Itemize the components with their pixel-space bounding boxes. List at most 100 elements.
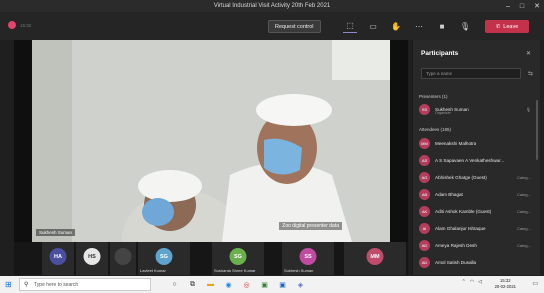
participant-tile[interactable]: SG Lavleet Kumar <box>138 242 190 275</box>
participant-name: Alam Ghalanjur Ishtaque <box>435 225 486 231</box>
request-control-button[interactable]: Request control <box>268 20 321 33</box>
participant-search-input[interactable]: Type a name <box>421 68 521 79</box>
shared-video[interactable]: Sukhesh Suman Zoo digital presenter data <box>32 40 390 242</box>
camera-icon[interactable]: ■ <box>435 19 449 33</box>
avatar <box>114 248 132 265</box>
mic-icon: 🎙 <box>525 106 531 112</box>
toolbar-icons: ⬚ ▭ ✋ ⋯ ■ 🎙 ⬆ <box>343 19 495 33</box>
participant-row[interactable]: AB Adam Bhagat Categ... <box>419 187 535 201</box>
participants-panel: Participants ✕ Type a name ⇆ Presenters … <box>412 40 540 275</box>
meeting-toolbar: 15:32 Request control ⬚ ▭ ✋ ⋯ ■ 🎙 ⬆ ✆ Le… <box>0 12 544 40</box>
system-tray: ⌃ ◠ ◁ <box>462 279 482 285</box>
participant-tag: Categ... <box>516 191 531 197</box>
teams-window: Virtual Industrial Visit Activity 20th F… <box>0 0 544 293</box>
taskbar-apps: ○ ⧉ ▬ ◉ ◎ ▣ ▣ ◈ <box>168 278 307 291</box>
participant-row[interactable]: MM Meenakshi Malhotra <box>419 136 535 150</box>
presenters-header[interactable]: Presenters (1) <box>419 94 448 99</box>
participant-row[interactable]: AD Ameya Rajesh Desh Categ... <box>419 238 535 252</box>
window-title: Virtual Industrial Visit Activity 20th F… <box>213 3 331 9</box>
attendees-header[interactable]: Attendees (185) <box>419 127 451 132</box>
participant-name: A S Sapavaen A Venkatheshwar... <box>435 157 505 163</box>
participant-tile[interactable]: HA <box>42 242 74 275</box>
raise-hand-icon[interactable]: ✋ <box>389 19 403 33</box>
close-icon[interactable]: ✕ <box>526 50 531 57</box>
avatar: SS <box>299 248 317 265</box>
wifi-icon[interactable]: ◠ <box>470 279 474 285</box>
windows-start-icon[interactable]: ⊞ <box>5 280 12 289</box>
video-frame <box>32 40 390 242</box>
clock-date: 20-02-2021 <box>494 284 516 289</box>
search-icon: ⚲ <box>24 282 29 288</box>
participant-tile[interactable]: SG Sushanta Shree Kumar <box>212 242 264 275</box>
participant-name: Ameya Rajesh Desh <box>435 242 477 248</box>
avatar: SS <box>419 103 430 115</box>
participant-row[interactable]: AG Abhishek Ghatge (Guest) Categ... <box>419 170 535 184</box>
participant-name: Meenakshi Malhotra <box>435 140 477 146</box>
participant-name: Aditi Ashok Kamble (Guest) <box>435 208 492 214</box>
share-screen-icon[interactable]: ⬚ <box>343 19 357 33</box>
participant-tile[interactable] <box>110 242 136 275</box>
avatar: HA <box>49 248 67 265</box>
more-icon[interactable]: ⋯ <box>412 19 426 33</box>
window-controls: – □ ✕ <box>506 0 540 12</box>
avatar: SG <box>155 248 173 265</box>
participant-tag: Categ... <box>516 174 531 180</box>
participant-tile[interactable]: HS <box>76 242 108 275</box>
taskbar-search-placeholder: Type here to search <box>34 281 79 288</box>
maximize-button[interactable]: □ <box>520 3 524 10</box>
meeting-time: 15:32 <box>20 22 32 28</box>
panel-title: Participants <box>421 50 459 57</box>
taskbar-search-input[interactable]: ⚲ Type here to search <box>19 278 151 291</box>
panel-scrollbar[interactable] <box>536 100 538 160</box>
participant-tag: Categ... <box>516 208 531 214</box>
file-explorer-icon[interactable]: ▬ <box>204 278 217 291</box>
video-stage: Sukhesh Suman Zoo digital presenter data <box>14 40 408 242</box>
chat-icon[interactable]: ▭ <box>366 19 380 33</box>
participant-tile[interactable]: SS Sukhesh Suman <box>282 242 334 275</box>
network-icon[interactable]: ⌃ <box>462 279 466 285</box>
participant-name: Amol Satish Dusalla <box>435 259 477 265</box>
chrome-icon[interactable]: ◎ <box>240 278 253 291</box>
windows-taskbar: ⊞ ⚲ Type here to search ○ ⧉ ▬ ◉ ◎ ▣ ▣ ◈ … <box>0 276 544 293</box>
participant-tiles: HA HS SG Lavleet Kumar SG Sushanta Shree… <box>14 242 408 275</box>
leave-label: Leave <box>503 23 519 30</box>
avatar: AG <box>419 171 430 183</box>
tile-name: Lavleet Kumar <box>140 268 166 273</box>
avatar: MM <box>366 248 384 265</box>
task-view-icon[interactable]: ⧉ <box>186 278 199 291</box>
avatar: AD <box>419 256 430 268</box>
title-bar: Virtual Industrial Visit Activity 20th F… <box>0 0 544 12</box>
minimize-button[interactable]: – <box>506 3 510 10</box>
avatar: AB <box>419 188 430 200</box>
participant-row[interactable]: SS Sukhesh Suman Organizer 🎙 <box>419 102 535 116</box>
participant-name: Adam Bhagat <box>435 191 463 197</box>
tile-name: Sukhesh Suman <box>284 268 314 273</box>
share-invite-icon[interactable]: ⇆ <box>528 70 533 77</box>
excel-icon[interactable]: ▣ <box>258 278 271 291</box>
cortana-icon[interactable]: ○ <box>168 278 181 291</box>
avatar: AK <box>419 205 430 217</box>
mic-icon[interactable]: 🎙 <box>458 19 472 33</box>
notification-icon[interactable]: ▭ <box>532 280 538 287</box>
participant-tile[interactable]: MM <box>344 242 406 275</box>
participant-row[interactable]: AK Aditi Ashok Kamble (Guest) Categ... <box>419 204 535 218</box>
phone-icon: ✆ <box>495 23 501 30</box>
participant-tag: Categ... <box>516 242 531 248</box>
speaker-name: Sukhesh Suman <box>36 229 76 236</box>
leave-button[interactable]: ✆ Leave <box>485 20 529 33</box>
recording-icon <box>8 21 16 29</box>
edge-icon[interactable]: ◉ <box>222 278 235 291</box>
participant-name: Abhishek Ghatge (Guest) <box>435 174 487 180</box>
participant-row[interactable]: AD Amol Satish Dusalla <box>419 255 535 269</box>
taskbar-clock[interactable]: 15:32 20-02-2021 <box>495 278 516 290</box>
word-icon[interactable]: ▣ <box>276 278 289 291</box>
avatar: AD <box>419 239 430 251</box>
participant-row[interactable]: AS A S Sapavaen A Venkatheshwar... <box>419 153 535 167</box>
avatar: MM <box>419 137 430 149</box>
volume-icon[interactable]: ◁ <box>478 279 482 285</box>
close-button[interactable]: ✕ <box>534 2 540 10</box>
teams-icon[interactable]: ◈ <box>294 278 307 291</box>
avatar: SG <box>229 248 247 265</box>
video-caption: Zoo digital presenter data <box>279 222 342 230</box>
participant-row[interactable]: AI Alam Ghalanjur Ishtaque Categ... <box>419 221 535 235</box>
